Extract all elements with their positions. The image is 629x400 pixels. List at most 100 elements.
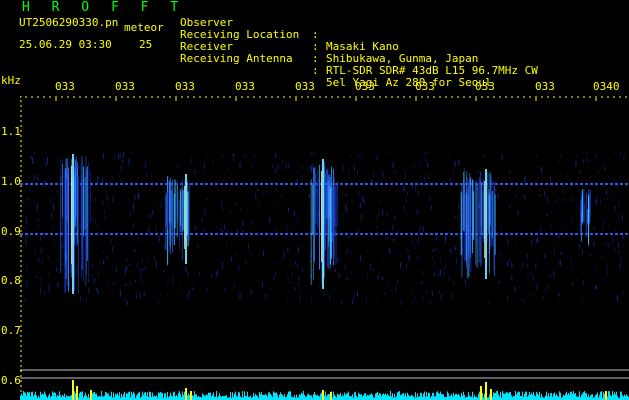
noise-dot: [407, 192, 408, 196]
noise-dot: [155, 261, 157, 268]
trace-bar: [88, 393, 89, 400]
noise-dot: [517, 210, 519, 216]
echo-streak: [182, 190, 184, 232]
noise-dot: [424, 183, 426, 186]
echo-streak: [86, 166, 88, 261]
noise-dot: [261, 282, 263, 288]
trace-bar: [143, 394, 144, 400]
noise-dot: [392, 162, 394, 168]
trace-bar: [614, 392, 615, 400]
trace-bar: [391, 396, 392, 400]
noise-dot: [28, 269, 30, 272]
noise-dot: [607, 215, 609, 220]
noise-dot: [187, 293, 189, 300]
noise-dot: [373, 170, 374, 174]
trace-bar: [85, 392, 86, 400]
noise-dot: [36, 204, 38, 212]
noise-dot: [119, 289, 121, 297]
x-tick-label: 033: [295, 80, 315, 93]
noise-dot: [453, 216, 455, 220]
noise-dot: [143, 230, 145, 234]
trace-bar: [212, 394, 213, 400]
noise-dot: [146, 257, 148, 260]
noise-dot: [358, 185, 360, 189]
noise-dot: [532, 276, 534, 282]
noise-dot: [615, 228, 617, 232]
trace-bar: [601, 391, 602, 400]
noise-dot: [602, 228, 604, 230]
trace-bar: [40, 391, 41, 400]
trace-bar: [138, 392, 139, 400]
noise-dot: [454, 160, 456, 168]
noise-dot: [31, 156, 33, 163]
noise-dot: [440, 256, 441, 264]
noise-dot: [356, 171, 358, 173]
noise-dot: [346, 207, 348, 213]
noise-dot: [52, 225, 54, 230]
noise-dot: [595, 154, 597, 158]
noise-dot: [535, 255, 537, 258]
noise-dot: [506, 262, 508, 266]
trace-bar: [107, 393, 108, 400]
noise-dot: [451, 293, 453, 300]
noise-dot: [502, 158, 504, 160]
noise-dot: [40, 277, 42, 280]
noise-dot: [76, 268, 78, 275]
trace-bar: [279, 394, 280, 400]
trace-bar: [28, 392, 29, 400]
noise-dot: [490, 247, 492, 249]
noise-dot: [286, 297, 288, 305]
noise-dot: [133, 203, 134, 211]
noise-dot: [518, 187, 520, 195]
noise-dot: [358, 236, 360, 238]
trace-bar: [627, 395, 628, 400]
noise-dot: [171, 264, 173, 266]
noise-dot: [126, 267, 128, 270]
noise-dot: [26, 240, 28, 246]
echo-streak: [326, 169, 328, 219]
echo-streak: [187, 191, 189, 247]
noise-dot: [298, 234, 299, 241]
echo-streak: [329, 189, 331, 265]
trace-bar: [378, 395, 379, 400]
trace-bar: [123, 393, 124, 400]
trace-bar: [162, 393, 163, 400]
noise-dot: [311, 152, 313, 157]
noise-dot: [244, 155, 246, 159]
noise-dot: [32, 161, 34, 164]
noise-dot: [25, 237, 27, 244]
noise-dot: [405, 197, 407, 205]
trace-bar: [26, 395, 27, 400]
trace-bar: [345, 394, 346, 400]
trace-bar: [188, 393, 189, 400]
noise-dot: [487, 260, 489, 263]
noise-dot: [22, 224, 24, 228]
noise-dot: [281, 289, 283, 292]
noise-dot: [507, 294, 508, 302]
trace-bar: [333, 391, 334, 400]
trace-bar: [410, 396, 411, 400]
noise-dot: [245, 261, 247, 265]
trace-bar: [434, 396, 435, 400]
noise-dot: [536, 284, 538, 291]
noise-dot: [22, 198, 24, 204]
trace-bar: [449, 396, 450, 400]
trace-bar: [498, 394, 499, 400]
noise-dot: [101, 178, 103, 184]
noise-dot: [614, 177, 616, 184]
noise-dot: [433, 272, 435, 277]
trace-bar: [207, 395, 208, 400]
trace-bar: [79, 393, 80, 400]
trace-bar: [384, 394, 385, 400]
trace-bar: [421, 393, 422, 400]
trace-bar: [326, 396, 327, 400]
noise-dot: [157, 203, 158, 206]
noise-dot: [141, 259, 143, 262]
noise-dot: [329, 268, 331, 271]
trace-bar: [253, 393, 254, 400]
trace-bar: [60, 395, 61, 400]
noise-dot: [566, 174, 568, 179]
noise-dot: [500, 171, 502, 174]
trace-bar: [109, 396, 110, 400]
noise-dot: [329, 294, 331, 301]
